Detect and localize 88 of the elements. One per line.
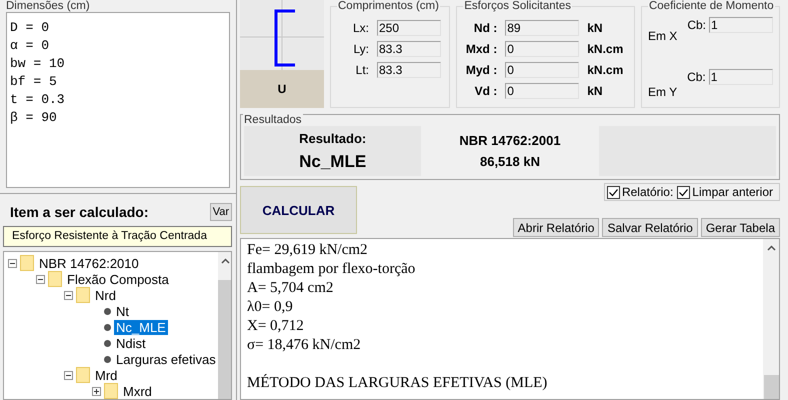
scroll-up-icon[interactable] — [766, 245, 776, 251]
tree-item[interactable]: Nc_MLE — [114, 320, 168, 334]
folder-icon — [76, 287, 90, 303]
description-tooltip: Esforço Resistente à Tração Centrada — [3, 226, 232, 247]
dimension-line: D = 0 — [10, 19, 50, 37]
dimensions-text-area[interactable]: D = 0 α = 0 bw = 10 bf = 5 t = 0.3 β = 90 — [6, 12, 230, 188]
axis-label: Em X — [648, 29, 678, 45]
field-label: Lt: — [354, 62, 369, 76]
length-input[interactable]: 83.3 — [377, 40, 441, 56]
dimension-line: t = 0.3 — [10, 91, 66, 109]
collapse-icon[interactable] — [8, 258, 17, 268]
section-title: Item a ser calculado: — [10, 204, 149, 220]
field-label: Ly: — [352, 42, 369, 56]
dimension-line: β = 90 — [10, 109, 58, 127]
field-label: Cb: — [687, 70, 706, 84]
result-label: Resultado: — [299, 130, 366, 146]
length-input[interactable]: 250 — [377, 20, 441, 36]
axis-label: Em Y — [648, 85, 678, 101]
norm-label: NBR 14762:2001 — [459, 133, 561, 148]
tree-item[interactable]: Mxrd — [121, 384, 154, 398]
coefficient-input[interactable]: 1 — [709, 17, 773, 33]
group-title: Comprimentos (cm) — [337, 0, 440, 12]
tree-item[interactable]: Nt — [114, 304, 131, 318]
unit-label: kN.cm — [587, 42, 624, 56]
collapse-icon[interactable] — [64, 290, 73, 300]
var-button[interactable]: Var — [210, 203, 232, 221]
group-title: Coeficiente de Momento — [648, 0, 775, 12]
result-item: Nc_MLE — [299, 152, 366, 172]
force-input[interactable]: 0 — [505, 82, 580, 98]
report-line: σ= 18,476 kN/cm2 — [247, 336, 362, 355]
tree-item[interactable]: Nrd — [93, 288, 118, 302]
scrollbar[interactable] — [218, 252, 231, 399]
report-button[interactable]: Abrir Relatório — [512, 218, 600, 237]
field-label: Nd : — [472, 20, 498, 34]
folder-icon — [20, 255, 34, 271]
scrollbar[interactable] — [763, 239, 779, 399]
field-label: Myd : — [464, 62, 498, 76]
bullet-icon — [104, 308, 111, 314]
force-input[interactable]: 0 — [505, 40, 580, 56]
scroll-up-icon[interactable] — [220, 258, 230, 264]
dimension-line: bw = 10 — [10, 55, 66, 73]
checkbox-label: Relatório: — [622, 185, 674, 199]
bullet-icon — [104, 340, 111, 346]
unit-label: kN — [587, 20, 603, 34]
group-title: Esforços Solicitantes — [463, 0, 572, 12]
force-input[interactable]: 0 — [505, 62, 580, 78]
length-input[interactable]: 83.3 — [377, 62, 441, 78]
force-input[interactable]: 89 — [505, 20, 580, 36]
scrollbar-thumb[interactable] — [764, 375, 778, 399]
report-button[interactable]: Salvar Relatório — [602, 218, 698, 237]
bullet-icon — [104, 356, 111, 362]
expand-icon[interactable] — [92, 386, 101, 396]
group-title: Dimensões (cm) — [6, 0, 91, 12]
collapse-icon[interactable] — [36, 274, 45, 284]
tree-item[interactable]: NBR 14762:2010 — [37, 256, 141, 270]
unit-label: kN — [587, 84, 603, 98]
field-label: Mxd : — [464, 42, 498, 56]
report-line: A= 5,704 cm2 — [247, 279, 334, 298]
coefficient-input[interactable]: 1 — [708, 69, 773, 85]
report-button[interactable]: Gerar Tabela — [700, 218, 780, 237]
group-title: Resultados — [243, 114, 303, 126]
dimension-line: bf = 5 — [10, 73, 58, 91]
field-label: Lx: — [352, 20, 369, 34]
checkbox[interactable] — [606, 186, 620, 198]
report-line: flambagem por flexo-torção — [247, 260, 416, 279]
field-label: Vd : — [474, 84, 498, 98]
folder-icon — [48, 271, 62, 287]
checkbox[interactable] — [677, 186, 690, 198]
report-line: X= 0,712 — [247, 317, 305, 336]
report-line: λ0= 0,9 — [247, 298, 294, 317]
scrollbar-thumb[interactable] — [218, 280, 231, 399]
report-line: MÉTODO DAS LARGURAS EFETIVAS (MLE) — [247, 374, 548, 393]
checkbox-label: Limpar anterior — [692, 185, 773, 199]
unit-label: kN.cm — [587, 62, 624, 76]
result-value: 86,518 kN — [480, 154, 540, 169]
tree-item[interactable]: Flexão Composta — [65, 272, 171, 286]
field-label: Cb: — [687, 18, 706, 32]
section-type-label[interactable]: U — [240, 70, 324, 108]
folder-icon — [76, 367, 90, 383]
calculate-button[interactable]: CALCULAR — [240, 186, 357, 234]
tree-item[interactable]: Mrd — [93, 368, 120, 382]
tree-item[interactable]: Ndist — [114, 336, 148, 350]
bullet-icon — [104, 324, 111, 330]
collapse-icon[interactable] — [64, 370, 73, 380]
report-line: Fe= 29,619 kN/cm2 — [247, 241, 369, 260]
folder-icon — [104, 383, 118, 399]
tree-item[interactable]: Larguras efetivas — [114, 352, 218, 366]
dimension-line: α = 0 — [10, 37, 50, 55]
